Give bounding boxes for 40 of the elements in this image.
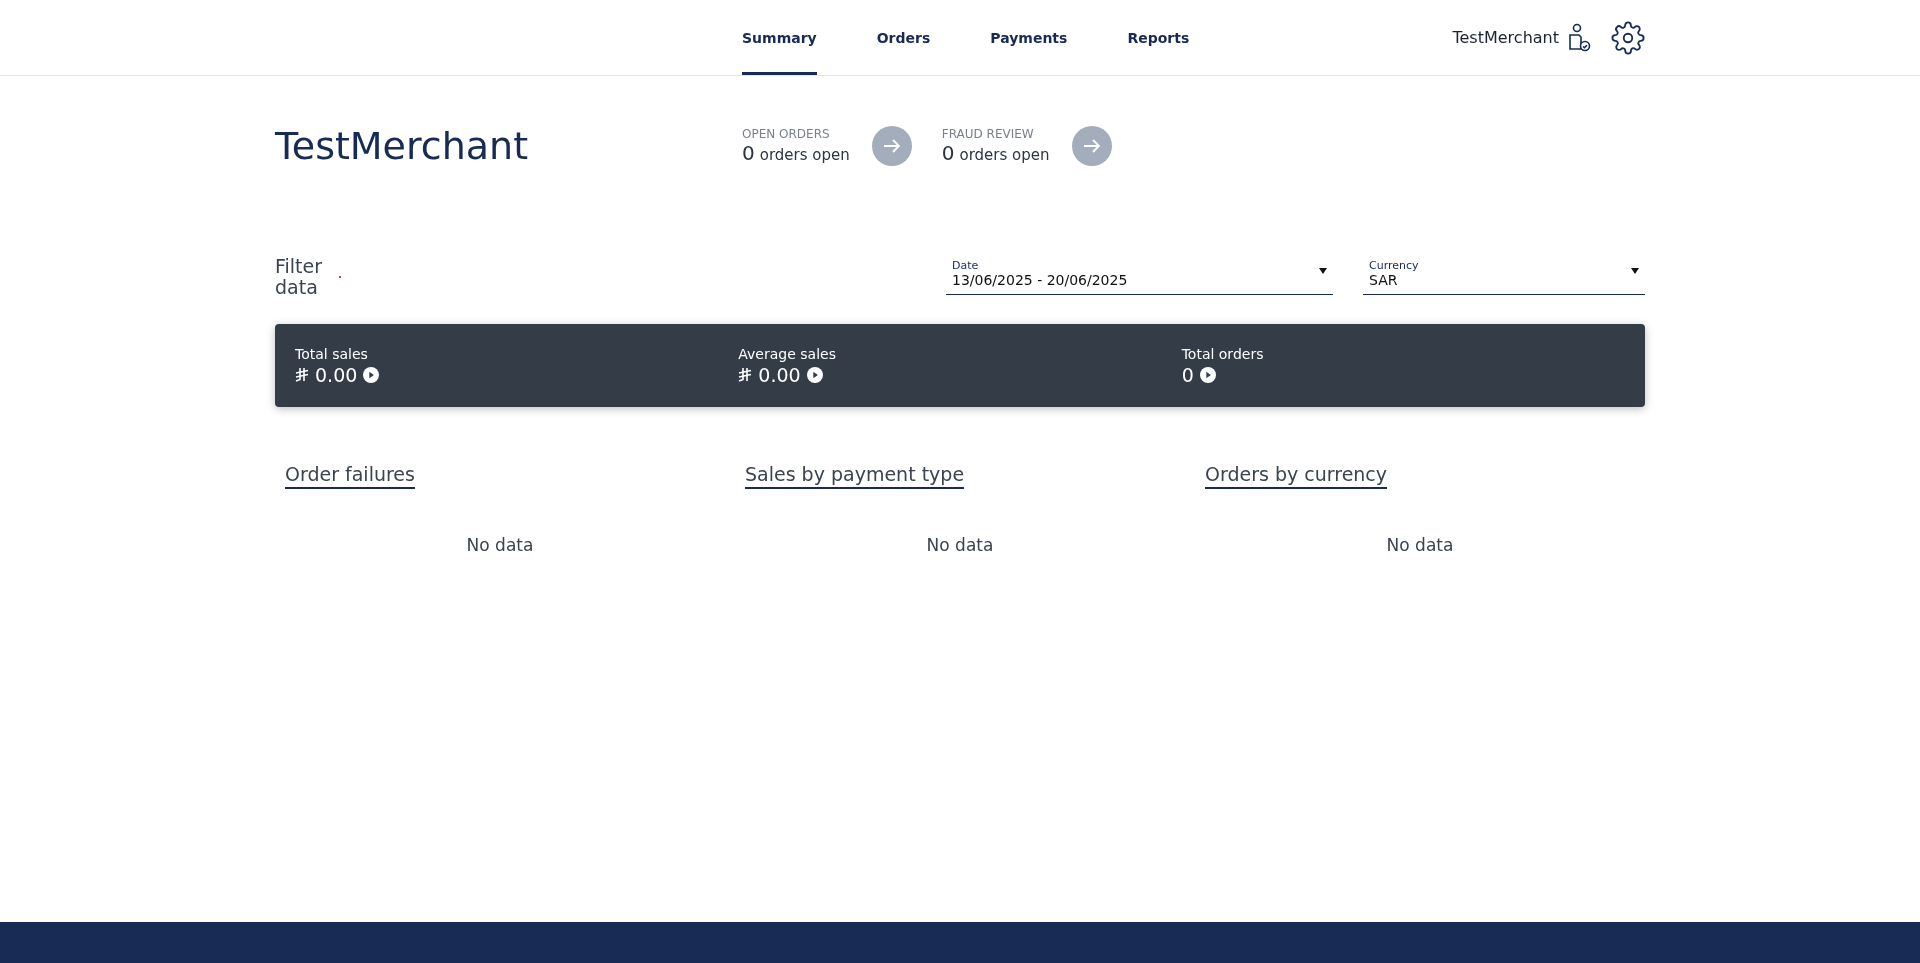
- filter-label: Filter data: [275, 256, 324, 298]
- field-value: SAR: [1369, 272, 1399, 288]
- user-account-icon[interactable]: [1567, 22, 1593, 53]
- caret-icon: [1631, 268, 1639, 274]
- caret-icon: [1319, 268, 1327, 274]
- stat-label: Total orders: [1181, 345, 1265, 362]
- field-value: 13/06/2025 - 20/06/2025: [952, 272, 1129, 288]
- field-label: Currency: [1369, 259, 1420, 272]
- play-icon[interactable]: [1199, 366, 1216, 383]
- queue-unit: orders open: [959, 146, 1050, 164]
- currency-icon: [295, 367, 309, 382]
- merchant-title: TestMerchant: [275, 124, 530, 168]
- stat-value: 0.00: [758, 363, 801, 386]
- settings-icon[interactable]: [1611, 20, 1645, 55]
- dropdown-field[interactable]: Currency SAR: [1363, 259, 1645, 295]
- user-name: TestMerchant: [1452, 28, 1559, 47]
- empty-message: No data: [466, 535, 534, 555]
- panel-title: Orders by currency: [1205, 463, 1388, 489]
- stat-label: Average sales: [738, 345, 837, 362]
- dropdown-field[interactable]: Date 13/06/2025 - 20/06/2025: [946, 259, 1333, 295]
- play-icon[interactable]: [363, 366, 380, 383]
- nav-tab[interactable]: Summary: [742, 0, 817, 75]
- queue-unit: orders open: [759, 146, 850, 164]
- stat-label: Total sales: [295, 345, 369, 362]
- nav-tab[interactable]: Reports: [1127, 0, 1190, 75]
- empty-message: No data: [1386, 535, 1454, 555]
- empty-message: No data: [926, 535, 994, 555]
- currency-icon: [738, 367, 753, 382]
- queue-count: 0: [742, 141, 755, 165]
- play-icon[interactable]: [806, 366, 823, 383]
- stat-value: 0: [1181, 363, 1194, 386]
- nav-tab[interactable]: Orders: [876, 0, 931, 75]
- field-label: Date: [952, 259, 980, 272]
- nav-tab[interactable]: Payments: [990, 0, 1068, 75]
- panel-title: Sales by payment type: [745, 463, 965, 489]
- panel-title: Order failures: [285, 463, 415, 489]
- queue-label: FRAUD REVIEW: [941, 127, 1035, 141]
- queue-label: OPEN ORDERS: [742, 127, 831, 141]
- stat-value: 0.00: [315, 363, 358, 386]
- queue-count: 0: [941, 141, 955, 165]
